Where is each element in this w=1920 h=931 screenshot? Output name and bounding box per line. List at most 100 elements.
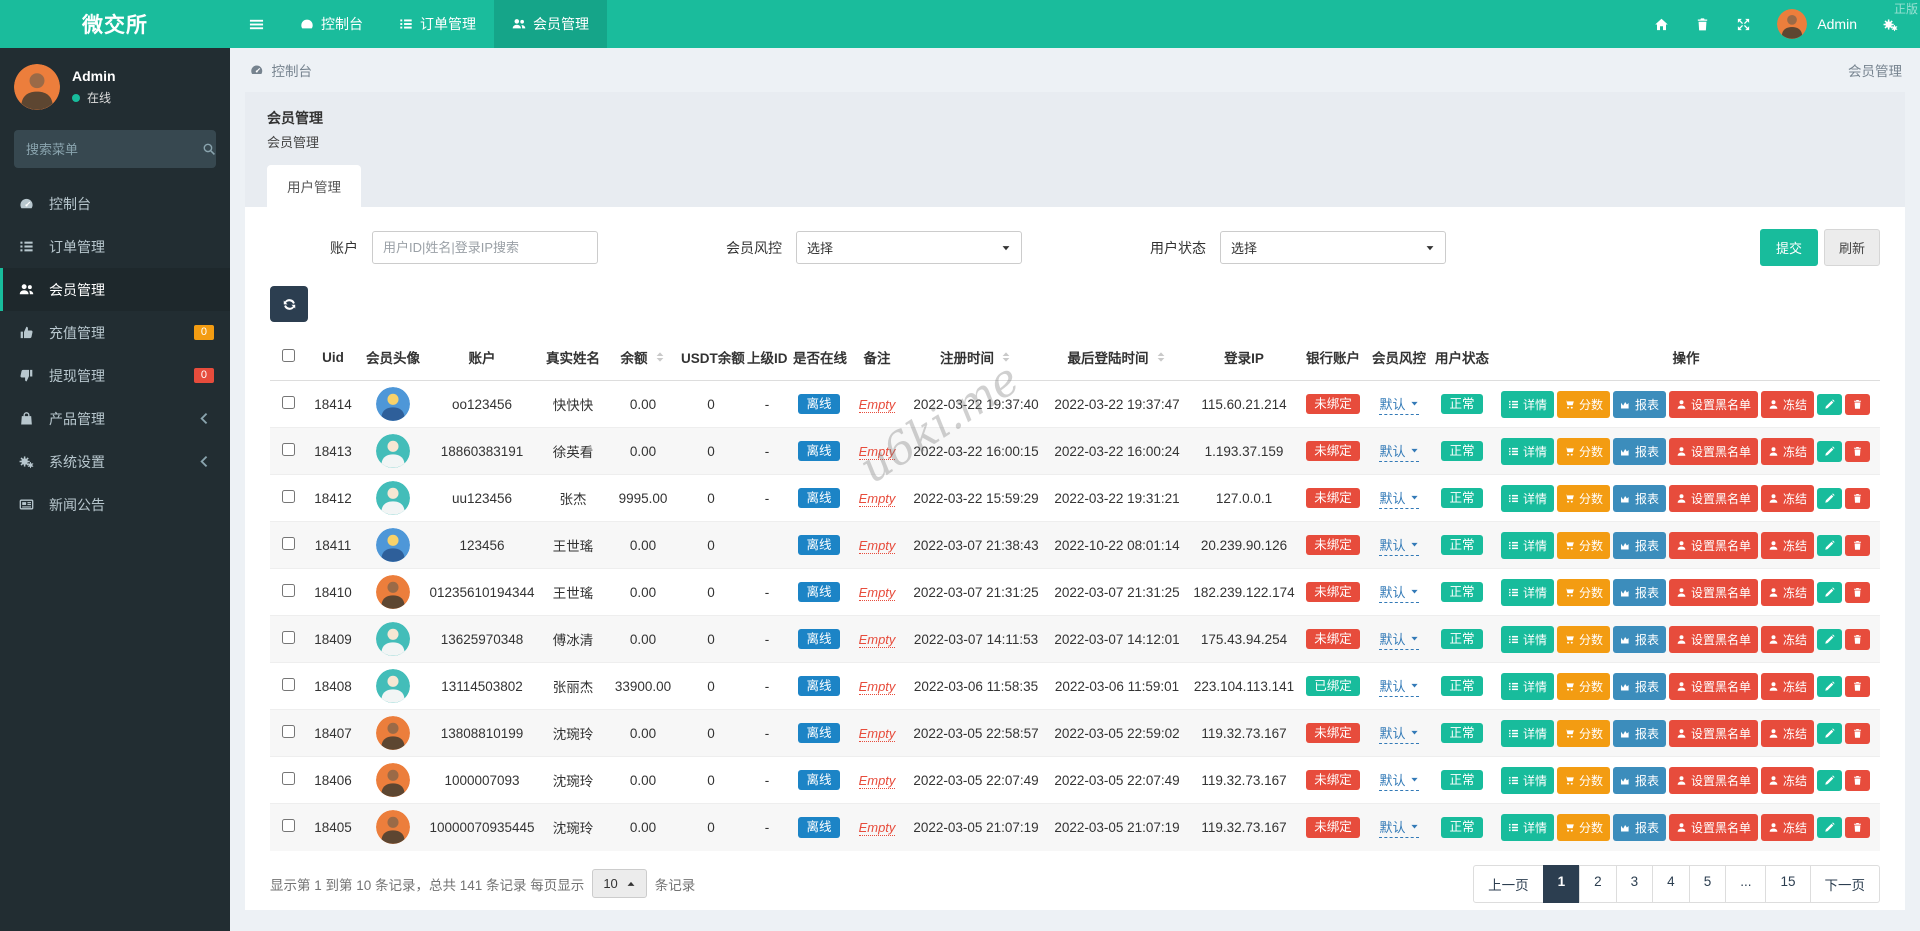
edit-button[interactable] xyxy=(1817,629,1842,650)
delete-button[interactable] xyxy=(1845,770,1870,791)
delete-button[interactable] xyxy=(1845,535,1870,556)
delete-button[interactable] xyxy=(1845,676,1870,697)
table-refresh-button[interactable] xyxy=(270,286,308,322)
detail-button[interactable]: 详情 xyxy=(1501,626,1554,653)
note-link[interactable]: Empty xyxy=(859,491,896,507)
edit-button[interactable] xyxy=(1817,723,1842,744)
blacklist-button[interactable]: 设置黑名单 xyxy=(1669,814,1758,841)
edit-button[interactable] xyxy=(1817,676,1842,697)
risk-dropdown-link[interactable]: 默认 xyxy=(1379,394,1418,415)
column-header-最后登陆时间[interactable]: 最后登陆时间 xyxy=(1046,334,1188,381)
row-checkbox[interactable] xyxy=(282,584,295,597)
risk-dropdown-link[interactable]: 默认 xyxy=(1379,535,1418,556)
nav-item-会员管理[interactable]: 会员管理 xyxy=(494,0,607,48)
freeze-button[interactable]: 冻结 xyxy=(1761,391,1814,418)
freeze-button[interactable]: 冻结 xyxy=(1761,814,1814,841)
page-item-下一页[interactable]: 下一页 xyxy=(1810,865,1881,903)
risk-dropdown-link[interactable]: 默认 xyxy=(1379,629,1418,650)
score-button[interactable]: 分数 xyxy=(1557,673,1610,700)
blacklist-button[interactable]: 设置黑名单 xyxy=(1669,673,1758,700)
edit-button[interactable] xyxy=(1817,394,1842,415)
member-avatar[interactable] xyxy=(376,669,410,703)
row-checkbox[interactable] xyxy=(282,772,295,785)
detail-button[interactable]: 详情 xyxy=(1501,814,1554,841)
user-menu[interactable]: Admin xyxy=(1777,9,1857,39)
report-button[interactable]: 报表 xyxy=(1613,485,1666,512)
score-button[interactable]: 分数 xyxy=(1557,438,1610,465)
tab-user-management[interactable]: 用户管理 xyxy=(267,165,361,207)
score-button[interactable]: 分数 xyxy=(1557,626,1610,653)
risk-dropdown-link[interactable]: 默认 xyxy=(1379,770,1418,791)
note-link[interactable]: Empty xyxy=(859,397,896,413)
home-icon[interactable] xyxy=(1654,17,1669,32)
delete-button[interactable] xyxy=(1845,394,1870,415)
member-avatar[interactable] xyxy=(376,575,410,609)
note-link[interactable]: Empty xyxy=(859,773,896,789)
sidebar-item-控制台[interactable]: 控制台 xyxy=(0,182,230,225)
freeze-button[interactable]: 冻结 xyxy=(1761,767,1814,794)
note-link[interactable]: Empty xyxy=(859,820,896,836)
trash-icon[interactable] xyxy=(1695,17,1710,32)
row-checkbox[interactable] xyxy=(282,443,295,456)
edit-button[interactable] xyxy=(1817,770,1842,791)
member-avatar[interactable] xyxy=(376,810,410,844)
blacklist-button[interactable]: 设置黑名单 xyxy=(1669,579,1758,606)
delete-button[interactable] xyxy=(1845,582,1870,603)
report-button[interactable]: 报表 xyxy=(1613,391,1666,418)
edit-button[interactable] xyxy=(1817,488,1842,509)
risk-dropdown-link[interactable]: 默认 xyxy=(1379,488,1418,509)
page-item-上一页[interactable]: 上一页 xyxy=(1473,865,1544,903)
edit-button[interactable] xyxy=(1817,441,1842,462)
freeze-button[interactable]: 冻结 xyxy=(1761,579,1814,606)
risk-select[interactable]: 选择 xyxy=(796,231,1022,264)
freeze-button[interactable]: 冻结 xyxy=(1761,485,1814,512)
delete-button[interactable] xyxy=(1845,488,1870,509)
row-checkbox[interactable] xyxy=(282,819,295,832)
row-checkbox[interactable] xyxy=(282,396,295,409)
row-checkbox[interactable] xyxy=(282,537,295,550)
delete-button[interactable] xyxy=(1845,629,1870,650)
note-link[interactable]: Empty xyxy=(859,726,896,742)
member-avatar[interactable] xyxy=(376,622,410,656)
report-button[interactable]: 报表 xyxy=(1613,814,1666,841)
fullscreen-icon[interactable] xyxy=(1736,17,1751,32)
score-button[interactable]: 分数 xyxy=(1557,391,1610,418)
page-item-2[interactable]: 2 xyxy=(1579,865,1617,903)
blacklist-button[interactable]: 设置黑名单 xyxy=(1669,438,1758,465)
delete-button[interactable] xyxy=(1845,723,1870,744)
freeze-button[interactable]: 冻结 xyxy=(1761,626,1814,653)
member-avatar[interactable] xyxy=(376,716,410,750)
freeze-button[interactable]: 冻结 xyxy=(1761,720,1814,747)
risk-dropdown-link[interactable]: 默认 xyxy=(1379,676,1418,697)
report-button[interactable]: 报表 xyxy=(1613,532,1666,559)
page-item-15[interactable]: 15 xyxy=(1765,865,1810,903)
sidebar-item-提现管理[interactable]: 提现管理0 xyxy=(0,354,230,397)
blacklist-button[interactable]: 设置黑名单 xyxy=(1669,391,1758,418)
page-item-5[interactable]: 5 xyxy=(1689,865,1727,903)
freeze-button[interactable]: 冻结 xyxy=(1761,673,1814,700)
page-item-1[interactable]: 1 xyxy=(1543,865,1581,903)
sidebar-item-系统设置[interactable]: 系统设置 xyxy=(0,440,230,483)
refresh-button[interactable]: 刷新 xyxy=(1824,229,1880,266)
member-avatar[interactable] xyxy=(376,481,410,515)
report-button[interactable]: 报表 xyxy=(1613,767,1666,794)
submit-button[interactable]: 提交 xyxy=(1760,229,1818,266)
edit-button[interactable] xyxy=(1817,817,1842,838)
sidebar-item-新闻公告[interactable]: 新闻公告 xyxy=(0,483,230,526)
detail-button[interactable]: 详情 xyxy=(1501,485,1554,512)
blacklist-button[interactable]: 设置黑名单 xyxy=(1669,720,1758,747)
report-button[interactable]: 报表 xyxy=(1613,673,1666,700)
note-link[interactable]: Empty xyxy=(859,585,896,601)
status-select[interactable]: 选择 xyxy=(1220,231,1446,264)
edit-button[interactable] xyxy=(1817,582,1842,603)
search-icon[interactable] xyxy=(202,142,216,156)
sidebar-item-订单管理[interactable]: 订单管理 xyxy=(0,225,230,268)
risk-dropdown-link[interactable]: 默认 xyxy=(1379,723,1418,744)
score-button[interactable]: 分数 xyxy=(1557,485,1610,512)
page-item-3[interactable]: 3 xyxy=(1616,865,1654,903)
detail-button[interactable]: 详情 xyxy=(1501,438,1554,465)
note-link[interactable]: Empty xyxy=(859,632,896,648)
row-checkbox[interactable] xyxy=(282,631,295,644)
sort-icon[interactable] xyxy=(654,351,666,363)
account-search-input[interactable] xyxy=(372,231,598,264)
